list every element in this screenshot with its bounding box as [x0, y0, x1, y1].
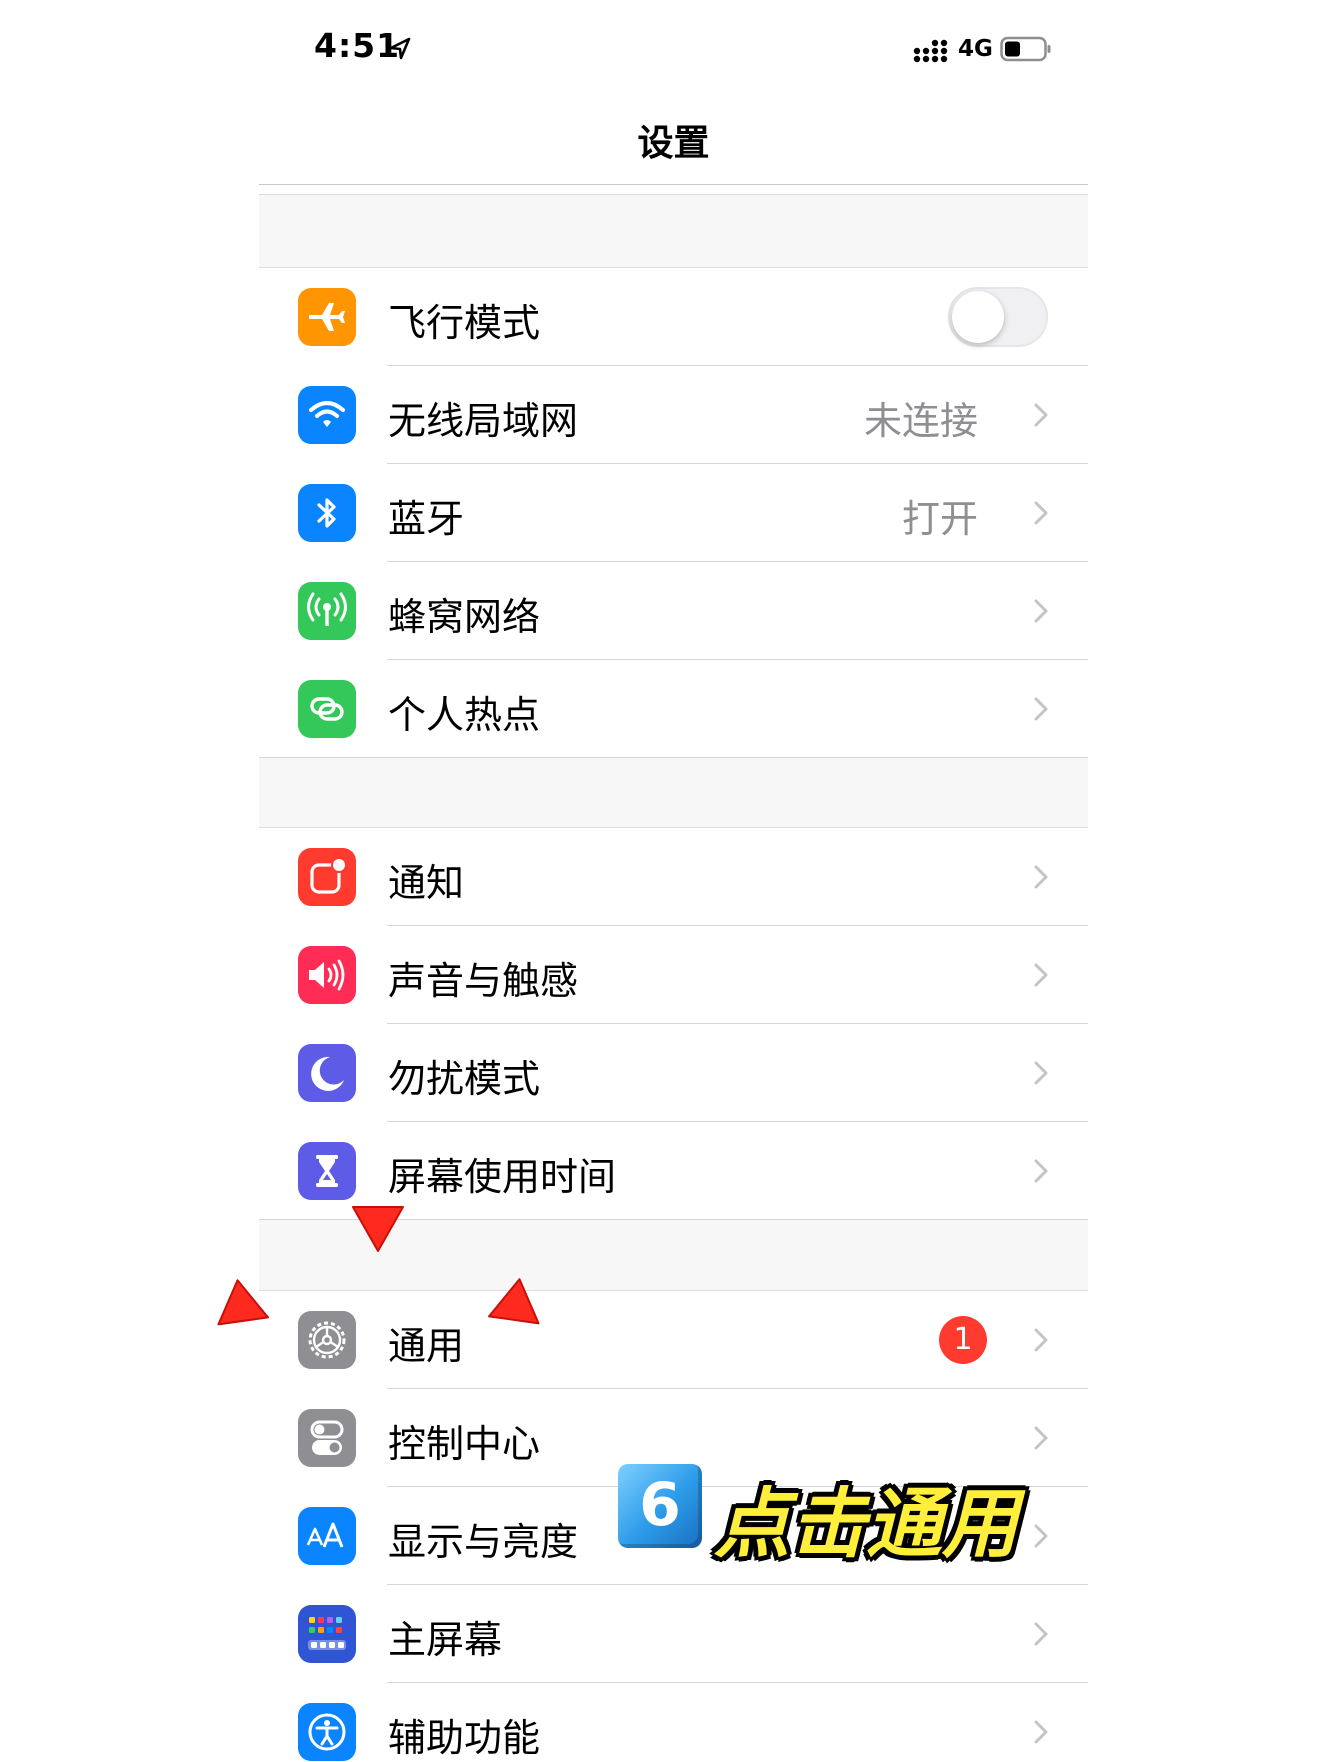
airplane-icon: [298, 288, 356, 346]
gear-icon: [298, 1311, 356, 1369]
signal-strength-icon: [913, 39, 948, 63]
settings-row-hotspot[interactable]: 个人热点: [259, 660, 1088, 758]
row-label: 声音与触感: [388, 959, 579, 1003]
chevron-right-icon: [1034, 865, 1048, 889]
toggle-knob: [952, 291, 1004, 343]
chevron-right-icon: [1034, 1159, 1048, 1183]
row-label: 主屏幕: [388, 1618, 503, 1662]
hourglass-icon: [298, 1142, 356, 1200]
speaker-icon: [298, 946, 356, 1004]
chevron-right-icon: [1034, 501, 1048, 525]
home-grid-icon: [298, 1605, 356, 1663]
step-instruction: 点击通用: [714, 1479, 1018, 1568]
red-arrow-down-icon: [352, 1206, 404, 1252]
airplane-mode-toggle[interactable]: [948, 287, 1048, 347]
row-value: 打开: [901, 497, 978, 541]
section-gap: [259, 756, 1088, 828]
settings-row-accessibility[interactable]: 辅助功能: [259, 1683, 1088, 1762]
settings-row-general[interactable]: 通用 1: [259, 1291, 1088, 1389]
settings-row-do-not-disturb[interactable]: 勿扰模式: [259, 1024, 1088, 1122]
settings-row-notifications[interactable]: 通知: [259, 828, 1088, 926]
chevron-right-icon: [1034, 1426, 1048, 1450]
row-label: 通知: [388, 861, 465, 905]
row-label: 控制中心: [388, 1422, 541, 1466]
step-annotation: 6 点击通用: [618, 1462, 1038, 1568]
battery-icon: [1000, 36, 1051, 62]
row-label: 辅助功能: [388, 1716, 541, 1760]
bluetooth-icon: [298, 484, 356, 542]
row-label: 蜂窝网络: [388, 595, 541, 639]
row-label: 通用: [388, 1324, 465, 1368]
settings-row-airplane-mode[interactable]: 飞行模式: [259, 268, 1088, 366]
chevron-right-icon: [1034, 1622, 1048, 1646]
notification-icon: [298, 848, 356, 906]
wifi-icon: [298, 386, 356, 444]
row-label: 无线局域网: [388, 399, 579, 443]
chevron-right-icon: [1034, 1720, 1048, 1744]
settings-row-home-screen[interactable]: 主屏幕: [259, 1585, 1088, 1683]
step-number: 6: [639, 1470, 681, 1540]
location-arrow-icon: [389, 37, 411, 60]
chevron-right-icon: [1034, 1328, 1048, 1352]
row-label: 个人热点: [388, 693, 541, 737]
chevron-right-icon: [1034, 697, 1048, 721]
network-type: 4G: [958, 36, 993, 62]
step-number-badge: 6: [618, 1464, 702, 1548]
status-bar: 4:51 4G: [259, 0, 1088, 100]
red-arrow-left-icon: [217, 1279, 269, 1326]
page-title: 设置: [637, 123, 710, 164]
chevron-right-icon: [1034, 599, 1048, 623]
moon-icon: [298, 1044, 356, 1102]
chevron-right-icon: [1034, 963, 1048, 987]
row-label: 飞行模式: [388, 301, 541, 345]
chevron-right-icon: [1034, 403, 1048, 427]
red-arrow-right-icon: [488, 1278, 540, 1325]
update-badge: 1: [939, 1316, 987, 1364]
section-gap: [259, 194, 1088, 268]
accessibility-icon: [298, 1703, 356, 1761]
row-label: 勿扰模式: [388, 1057, 541, 1101]
settings-row-sounds[interactable]: 声音与触感: [259, 926, 1088, 1024]
row-label: 显示与亮度: [388, 1520, 579, 1564]
row-value: 未连接: [863, 399, 978, 443]
settings-row-bluetooth[interactable]: 蓝牙 打开: [259, 464, 1088, 562]
row-label: 屏幕使用时间: [388, 1155, 617, 1199]
chevron-right-icon: [1034, 1061, 1048, 1085]
row-label: 蓝牙: [388, 497, 465, 541]
text-size-icon: [298, 1507, 356, 1565]
antenna-icon: [298, 582, 356, 640]
settings-row-cellular[interactable]: 蜂窝网络: [259, 562, 1088, 660]
settings-row-wifi[interactable]: 无线局域网 未连接: [259, 366, 1088, 464]
row-separator: [259, 757, 1088, 758]
switches-icon: [298, 1409, 356, 1467]
navigation-bar: 设置: [259, 100, 1088, 185]
link-icon: [298, 680, 356, 738]
